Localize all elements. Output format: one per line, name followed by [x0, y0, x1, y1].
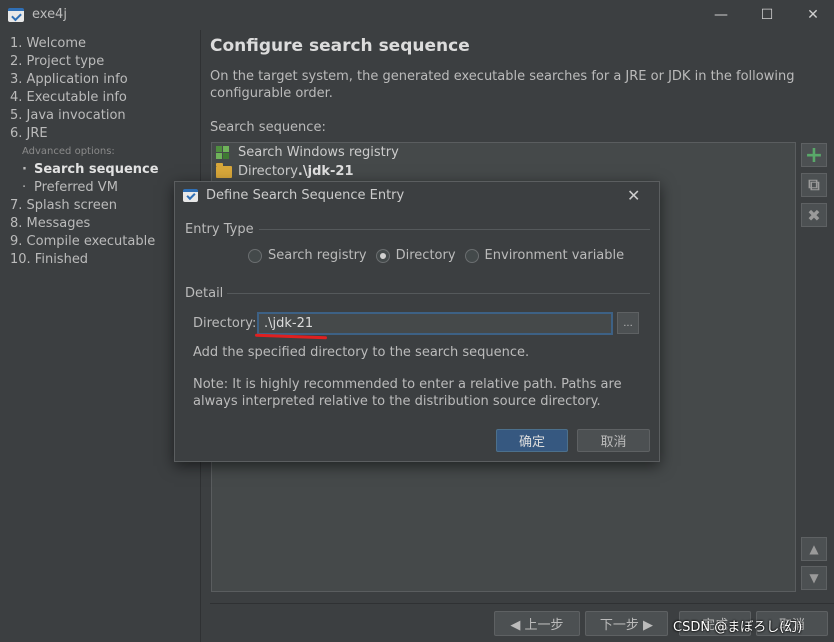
step-messages[interactable]: 8. Messages — [10, 215, 200, 233]
radio-environment-variable[interactable]: Environment variable — [464, 248, 625, 263]
step-finished[interactable]: 10. Finished — [10, 251, 200, 269]
title-bar: exe4j — ☐ ✕ — [0, 0, 834, 30]
directory-input[interactable] — [257, 312, 613, 335]
list-item-label: Directory — [238, 164, 298, 179]
cancel-button[interactable]: 取消 — [577, 429, 650, 452]
search-sequence-label: Search sequence: — [210, 120, 326, 135]
copy-entry-button[interactable]: ⧉ — [801, 173, 827, 197]
radio-label: Directory — [395, 248, 456, 263]
folder-icon — [216, 162, 232, 178]
dialog-title: Define Search Sequence Entry — [206, 188, 405, 203]
close-button[interactable]: ✕ — [790, 0, 834, 30]
maximize-button[interactable]: ☐ — [744, 0, 790, 30]
ok-button[interactable]: 确定 — [496, 429, 568, 452]
radio-icon — [248, 248, 262, 263]
step-search-sequence[interactable]: · Search sequence — [10, 161, 200, 179]
radio-search-registry[interactable]: Search registry — [248, 248, 367, 263]
define-entry-dialog: Define Search Sequence Entry ✕ Entry Typ… — [174, 181, 660, 462]
move-down-button[interactable]: ▼ — [801, 566, 827, 590]
list-item-label: Search Windows registry — [238, 145, 399, 160]
window-title: exe4j — [32, 7, 67, 22]
watermark: CSDN @まぼろし(幻) — [673, 620, 803, 635]
detail-divider — [227, 293, 650, 294]
step-application-info[interactable]: 3. Application info — [10, 71, 200, 89]
steps-sidebar: 1. Welcome 2. Project type 3. Applicatio… — [10, 35, 200, 269]
delete-entry-button[interactable]: ✖ — [801, 203, 827, 227]
bottom-divider — [210, 603, 834, 604]
list-item[interactable]: Directory .\jdk-21 — [212, 162, 795, 181]
registry-icon — [216, 145, 232, 160]
move-up-button[interactable]: ▲ — [801, 537, 827, 561]
detail-label: Detail — [185, 286, 224, 301]
directory-label: Directory: — [193, 316, 257, 331]
entry-type-divider — [259, 229, 650, 230]
step-search-sequence-label: Search sequence — [34, 162, 159, 177]
step-compile-executable[interactable]: 9. Compile executable — [10, 233, 200, 251]
radio-icon — [464, 248, 479, 263]
radio-checked-icon — [375, 248, 390, 263]
page-title: Configure search sequence — [210, 36, 470, 56]
step-splash-screen[interactable]: 7. Splash screen — [10, 197, 200, 215]
app-icon — [183, 189, 198, 202]
step-preferred-vm[interactable]: · Preferred VM — [10, 179, 200, 197]
radio-label: Search registry — [268, 248, 367, 263]
radio-directory[interactable]: Directory — [375, 248, 456, 263]
step-executable-info[interactable]: 4. Executable info — [10, 89, 200, 107]
step-preferred-vm-label: Preferred VM — [34, 180, 118, 195]
browse-button[interactable]: ... — [617, 312, 639, 334]
advanced-options-label: Advanced options: — [22, 146, 115, 157]
app-icon — [8, 8, 24, 22]
dialog-close-icon[interactable]: ✕ — [627, 186, 640, 205]
page-description: On the target system, the generated exec… — [210, 69, 795, 101]
entry-type-label: Entry Type — [185, 222, 254, 237]
step-jre[interactable]: 6. JRE — [10, 125, 200, 143]
relative-path-note: Note: It is highly recommended to enter … — [193, 377, 622, 409]
list-item[interactable]: Search Windows registry — [212, 143, 795, 162]
add-entry-button[interactable]: + — [801, 143, 827, 168]
step-java-invocation[interactable]: 5. Java invocation — [10, 107, 200, 125]
list-item-value: .\jdk-21 — [297, 164, 354, 179]
dialog-title-bar: Define Search Sequence Entry — [183, 188, 404, 203]
step-welcome[interactable]: 1. Welcome — [10, 35, 200, 53]
radio-label: Environment variable — [484, 248, 625, 263]
directory-help-text: Add the specified directory to the searc… — [193, 345, 530, 360]
step-project-type[interactable]: 2. Project type — [10, 53, 200, 71]
back-button[interactable]: ◀ 上一步 — [494, 611, 580, 636]
minimize-button[interactable]: — — [698, 0, 744, 30]
entry-type-radios: Search registry Directory Environment va… — [248, 248, 633, 263]
next-button[interactable]: 下一步 ▶ — [585, 611, 668, 636]
